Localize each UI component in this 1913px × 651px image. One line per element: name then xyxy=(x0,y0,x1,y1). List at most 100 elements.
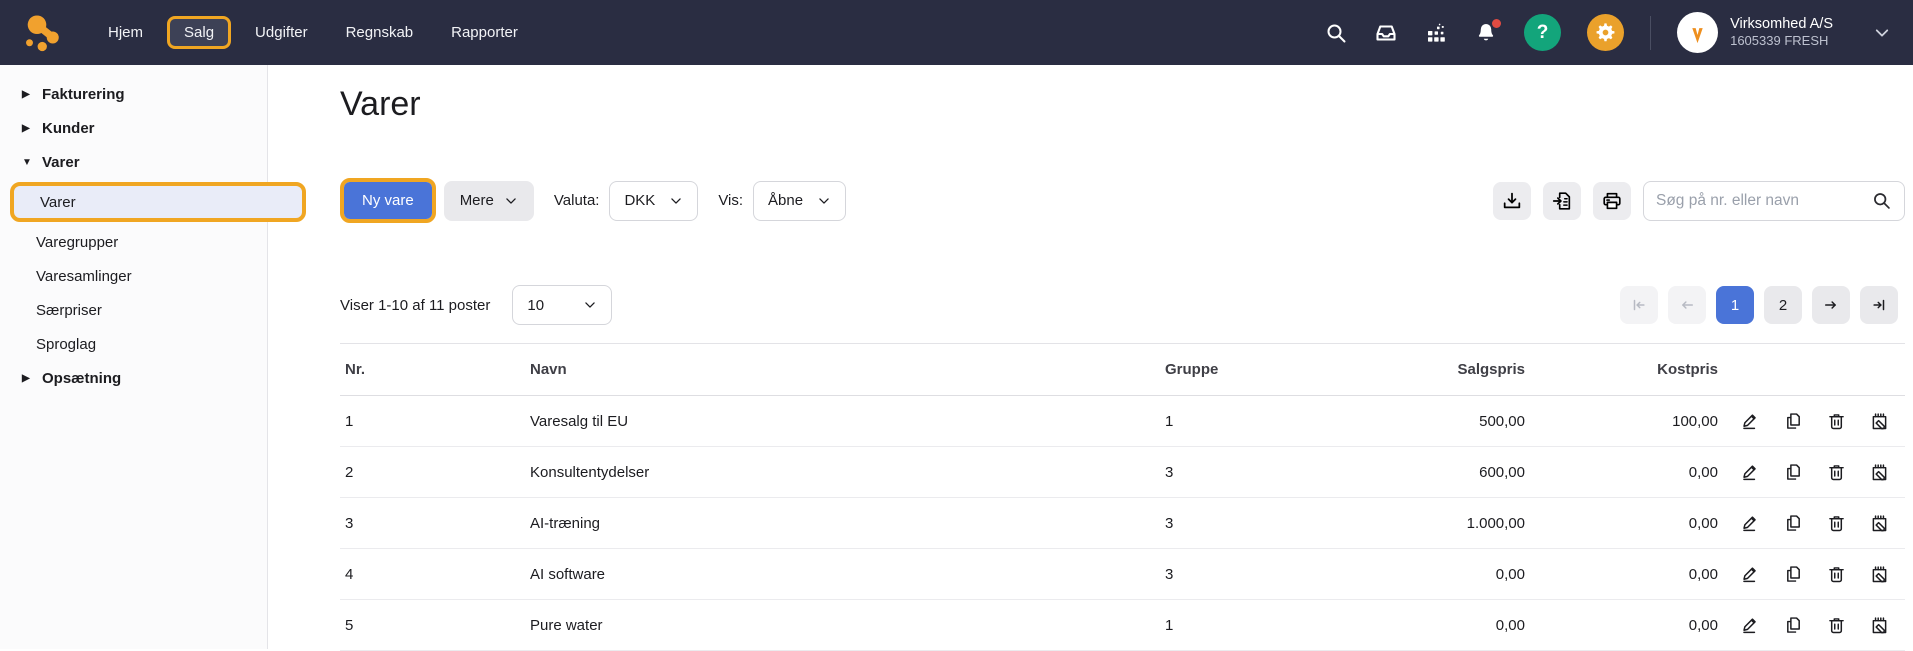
company-avatar xyxy=(1677,12,1718,53)
chevron-down-icon xyxy=(504,194,518,208)
table-row: 3 AI-træning 3 1.000,00 0,00 xyxy=(340,498,1905,549)
sidebar-group-opsætning[interactable]: ▶ Opsætning xyxy=(0,361,267,395)
download-button[interactable] xyxy=(1493,182,1531,220)
currency-label: Valuta: xyxy=(554,192,600,209)
print-button[interactable] xyxy=(1593,182,1631,220)
settings-gear-button[interactable] xyxy=(1587,14,1624,51)
view-select[interactable]: Åbne xyxy=(753,181,846,221)
help-button[interactable]: ? xyxy=(1524,14,1561,51)
sidebar-group-varer[interactable]: ▼ Varer xyxy=(0,145,267,179)
main-content: Varer Ny vare Mere Valuta: DKK Vis: Åbne xyxy=(269,65,1913,649)
chevron-down-icon xyxy=(817,194,831,208)
last-page-button[interactable] xyxy=(1860,286,1898,324)
chevron-down-icon xyxy=(1873,24,1891,42)
sidebar-group-fakturering[interactable]: ▶ Fakturering xyxy=(0,77,267,111)
table-row: 1 Varesalg til EU 1 500,00 100,00 xyxy=(340,396,1905,447)
sidebar-item-varegrupper[interactable]: Varegrupper xyxy=(0,225,267,259)
copy-icon[interactable] xyxy=(1783,411,1804,432)
nav-item-salg[interactable]: Salg xyxy=(167,16,231,49)
note-pad-icon[interactable] xyxy=(1869,513,1890,534)
next-arrow-icon xyxy=(1822,296,1840,314)
tutorial-highlight-box: Varer xyxy=(10,182,306,222)
search-icon[interactable] xyxy=(1871,190,1892,211)
sidebar-item-varesamlinger[interactable]: Varesamlinger xyxy=(0,259,267,293)
copy-icon[interactable] xyxy=(1783,462,1804,483)
first-page-button[interactable] xyxy=(1620,286,1658,324)
more-button[interactable]: Mere xyxy=(444,181,534,221)
page-button-2[interactable]: 2 xyxy=(1764,286,1802,324)
delete-trash-icon[interactable] xyxy=(1826,411,1847,432)
copy-icon[interactable] xyxy=(1783,615,1804,636)
cell-salgspris: 600,00 xyxy=(1315,464,1525,481)
delete-trash-icon[interactable] xyxy=(1826,564,1847,585)
table-row: 2 Konsultentydelser 3 600,00 0,00 xyxy=(340,447,1905,498)
note-pad-icon[interactable] xyxy=(1869,564,1890,585)
next-page-button[interactable] xyxy=(1812,286,1850,324)
sidebar-item-sproglag[interactable]: Sproglag xyxy=(0,327,267,361)
caret-icon: ▼ xyxy=(22,157,33,168)
notification-dot xyxy=(1492,19,1501,28)
prev-page-button[interactable] xyxy=(1668,286,1706,324)
first-arrow-icon xyxy=(1630,296,1648,314)
toolbar: Ny vare Mere Valuta: DKK Vis: Åbne xyxy=(340,178,1905,223)
col-gruppe: Gruppe xyxy=(1165,361,1315,378)
note-pad-icon[interactable] xyxy=(1869,411,1890,432)
cell-navn: Varesalg til EU xyxy=(530,413,1165,430)
edit-pencil-icon[interactable] xyxy=(1740,411,1761,432)
sidebar-item-varer[interactable]: Varer xyxy=(14,186,302,218)
note-pad-icon[interactable] xyxy=(1869,615,1890,636)
edit-pencil-icon[interactable] xyxy=(1740,564,1761,585)
export-document-button[interactable] xyxy=(1543,182,1581,220)
topbar-right: ? Virksomhed A/S 1605339 FRESH xyxy=(1324,12,1891,53)
page-button-1[interactable]: 1 xyxy=(1716,286,1754,324)
cell-gruppe: 3 xyxy=(1165,566,1315,583)
cell-salgspris: 0,00 xyxy=(1315,617,1525,634)
view-label: Vis: xyxy=(718,192,743,209)
new-item-button[interactable]: Ny vare xyxy=(344,182,432,219)
delete-trash-icon[interactable] xyxy=(1826,615,1847,636)
topbar-divider xyxy=(1650,16,1651,50)
cell-nr: 1 xyxy=(340,413,530,430)
topbar: Hjem Salg Udgifter Regnskab Rapporter ? Virk… xyxy=(0,0,1913,65)
notifications-bell-icon[interactable] xyxy=(1474,21,1498,45)
copy-icon[interactable] xyxy=(1783,513,1804,534)
edit-pencil-icon[interactable] xyxy=(1740,513,1761,534)
inbox-icon[interactable] xyxy=(1374,21,1398,45)
list-summary: Viser 1-10 af 11 poster xyxy=(340,297,490,314)
print-icon xyxy=(1601,190,1623,212)
copy-icon[interactable] xyxy=(1783,564,1804,585)
table-row: 5 Pure water 1 0,00 0,00 xyxy=(340,600,1905,651)
page-size-select[interactable]: 10 xyxy=(512,285,612,325)
note-pad-icon[interactable] xyxy=(1869,462,1890,483)
account-menu[interactable]: Virksomhed A/S 1605339 FRESH xyxy=(1677,12,1891,53)
edit-pencil-icon[interactable] xyxy=(1740,615,1761,636)
nav-item-hjem[interactable]: Hjem xyxy=(94,16,157,49)
cell-gruppe: 1 xyxy=(1165,617,1315,634)
cell-nr: 3 xyxy=(340,515,530,532)
cell-nr: 5 xyxy=(340,617,530,634)
app-logo-icon[interactable] xyxy=(22,12,64,54)
items-table: Nr. Navn Gruppe Salgspris Kostpris 1 Var… xyxy=(340,343,1905,651)
edit-pencil-icon[interactable] xyxy=(1740,462,1761,483)
cell-nr: 2 xyxy=(340,464,530,481)
cell-kostpris: 0,00 xyxy=(1525,566,1718,583)
col-kostpris: Kostpris xyxy=(1525,361,1718,378)
nav-item-rapporter[interactable]: Rapporter xyxy=(437,16,532,49)
cell-navn: AI software xyxy=(530,566,1165,583)
delete-trash-icon[interactable] xyxy=(1826,513,1847,534)
currency-select[interactable]: DKK xyxy=(609,181,698,221)
nav-item-udgifter[interactable]: Udgifter xyxy=(241,16,322,49)
search-icon[interactable] xyxy=(1324,21,1348,45)
cell-nr: 4 xyxy=(340,566,530,583)
sidebar-group-kunder[interactable]: ▶ Kunder xyxy=(0,111,267,145)
company-number: 1605339 FRESH xyxy=(1730,33,1833,49)
cell-kostpris: 0,00 xyxy=(1525,464,1718,481)
search-input[interactable] xyxy=(1656,192,1871,210)
primary-nav: Hjem Salg Udgifter Regnskab Rapporter xyxy=(94,16,532,49)
apps-icon[interactable] xyxy=(1424,21,1448,45)
delete-trash-icon[interactable] xyxy=(1826,462,1847,483)
nav-item-regnskab[interactable]: Regnskab xyxy=(332,16,428,49)
chevron-down-icon xyxy=(583,298,597,312)
sidebar-item-særpriser[interactable]: Særpriser xyxy=(0,293,267,327)
cell-navn: AI-træning xyxy=(530,515,1165,532)
